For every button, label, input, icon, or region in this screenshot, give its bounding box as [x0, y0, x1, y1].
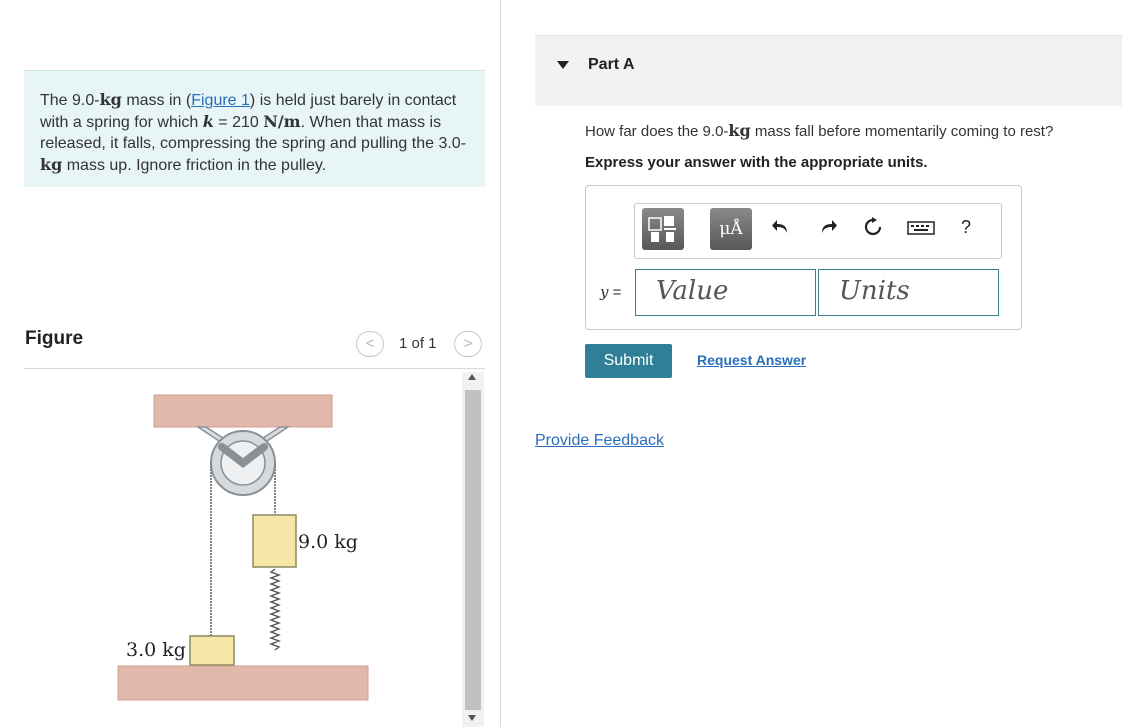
- help-icon[interactable]: ?: [956, 217, 976, 237]
- templates-icon: [648, 216, 676, 242]
- answer-variable-label: y =: [600, 283, 621, 301]
- floor: [117, 665, 369, 701]
- figure-scrollbar[interactable]: [462, 372, 484, 727]
- chevron-right-icon: >: [463, 335, 473, 352]
- spring: [269, 568, 281, 651]
- mass-3kg: [189, 635, 235, 666]
- figure-divider: [24, 368, 485, 369]
- figure-title: Figure: [25, 328, 84, 349]
- k-symbol: k: [202, 112, 214, 131]
- prev-figure-button[interactable]: <: [356, 331, 384, 357]
- answer-instruction: Express your answer with the appropriate…: [585, 154, 928, 171]
- redo-icon[interactable]: [818, 217, 838, 237]
- unit-kg: kg: [40, 155, 63, 174]
- problem-text: The 9.0-: [40, 92, 100, 109]
- mass-9kg: [252, 514, 297, 568]
- next-figure-button[interactable]: >: [454, 331, 482, 357]
- collapse-caret-icon[interactable]: [557, 61, 569, 69]
- unit-kg: kg: [728, 121, 751, 140]
- provide-feedback-link[interactable]: Provide Feedback: [535, 432, 664, 450]
- equals-sign: =: [608, 284, 622, 301]
- templates-button[interactable]: [642, 208, 684, 250]
- reset-icon[interactable]: [863, 217, 883, 237]
- units-icon: μÅ: [719, 219, 743, 239]
- figure-count: 1 of 1: [399, 335, 437, 352]
- request-answer-link[interactable]: Request Answer: [697, 352, 806, 368]
- chevron-left-icon: <: [365, 335, 375, 352]
- answer-box: μÅ ? y = Value Units: [585, 185, 1022, 330]
- mass-3kg-label: 3.0 kg: [126, 639, 186, 661]
- scroll-thumb[interactable]: [465, 390, 481, 710]
- problem-text: mass up. Ignore friction in the pulley.: [62, 157, 327, 174]
- figure-link[interactable]: Figure 1: [191, 92, 250, 109]
- mass-9kg-label: 9.0 kg: [298, 531, 358, 553]
- problem-text: = 210: [213, 114, 264, 131]
- unit-n-per-m: N/m: [263, 112, 301, 131]
- math-toolbar: μÅ ?: [634, 203, 1002, 259]
- scroll-down-arrow-icon[interactable]: [468, 715, 476, 721]
- undo-icon[interactable]: [771, 217, 791, 237]
- value-input[interactable]: Value: [635, 269, 816, 316]
- pane-divider: [500, 0, 501, 727]
- units-input[interactable]: Units: [818, 269, 999, 316]
- ceiling: [153, 394, 333, 428]
- problem-statement: The 9.0-kg mass in (Figure 1) is held ju…: [24, 70, 485, 187]
- unit-kg: kg: [99, 90, 122, 109]
- question-text: How far does the 9.0-kg mass fall before…: [585, 121, 1053, 140]
- pulley-axle: [239, 459, 247, 467]
- units-button[interactable]: μÅ: [710, 208, 752, 250]
- submit-button[interactable]: Submit: [585, 344, 672, 378]
- pulley-diagram: 9.0 kg 3.0 kg: [117, 394, 369, 701]
- figure-image: 9.0 kg 3.0 kg: [110, 385, 390, 705]
- part-title: Part A: [588, 56, 635, 73]
- keyboard-icon[interactable]: [907, 217, 935, 237]
- question-segment: mass fall before momentarily coming to r…: [750, 123, 1054, 140]
- question-segment: How far does the 9.0-: [585, 123, 729, 140]
- problem-text: mass in (: [121, 92, 192, 109]
- part-a-header[interactable]: Part A: [535, 35, 1122, 106]
- scroll-up-arrow-icon[interactable]: [468, 374, 476, 380]
